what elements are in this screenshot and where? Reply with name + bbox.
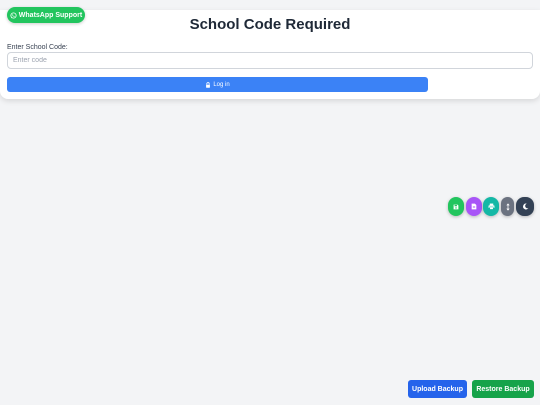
school-code-label: Enter School Code: <box>7 44 68 51</box>
login-card: School Code Required Enter School Code: … <box>0 10 540 99</box>
resize-vertical-icon <box>505 202 510 211</box>
whatsapp-icon <box>10 11 17 19</box>
lock-icon <box>205 81 211 88</box>
print-icon <box>488 203 495 210</box>
login-button[interactable]: Log in <box>7 77 428 92</box>
resize-vertical-button[interactable] <box>501 197 514 216</box>
document-button[interactable] <box>466 197 482 216</box>
dark-mode-toggle[interactable] <box>516 197 534 216</box>
login-button-label: Log in <box>213 81 230 88</box>
restore-backup-button[interactable]: Restore Backup <box>472 380 534 398</box>
save-icon <box>453 204 459 210</box>
upload-backup-button[interactable]: Upload Backup <box>408 380 467 398</box>
document-icon <box>471 203 477 210</box>
whatsapp-support-button[interactable]: WhatsApp Support <box>7 7 85 23</box>
print-button[interactable] <box>483 197 499 216</box>
save-button[interactable] <box>448 197 464 216</box>
whatsapp-support-label: WhatsApp Support <box>18 11 83 19</box>
school-code-input[interactable] <box>7 52 533 69</box>
moon-icon <box>522 203 529 210</box>
